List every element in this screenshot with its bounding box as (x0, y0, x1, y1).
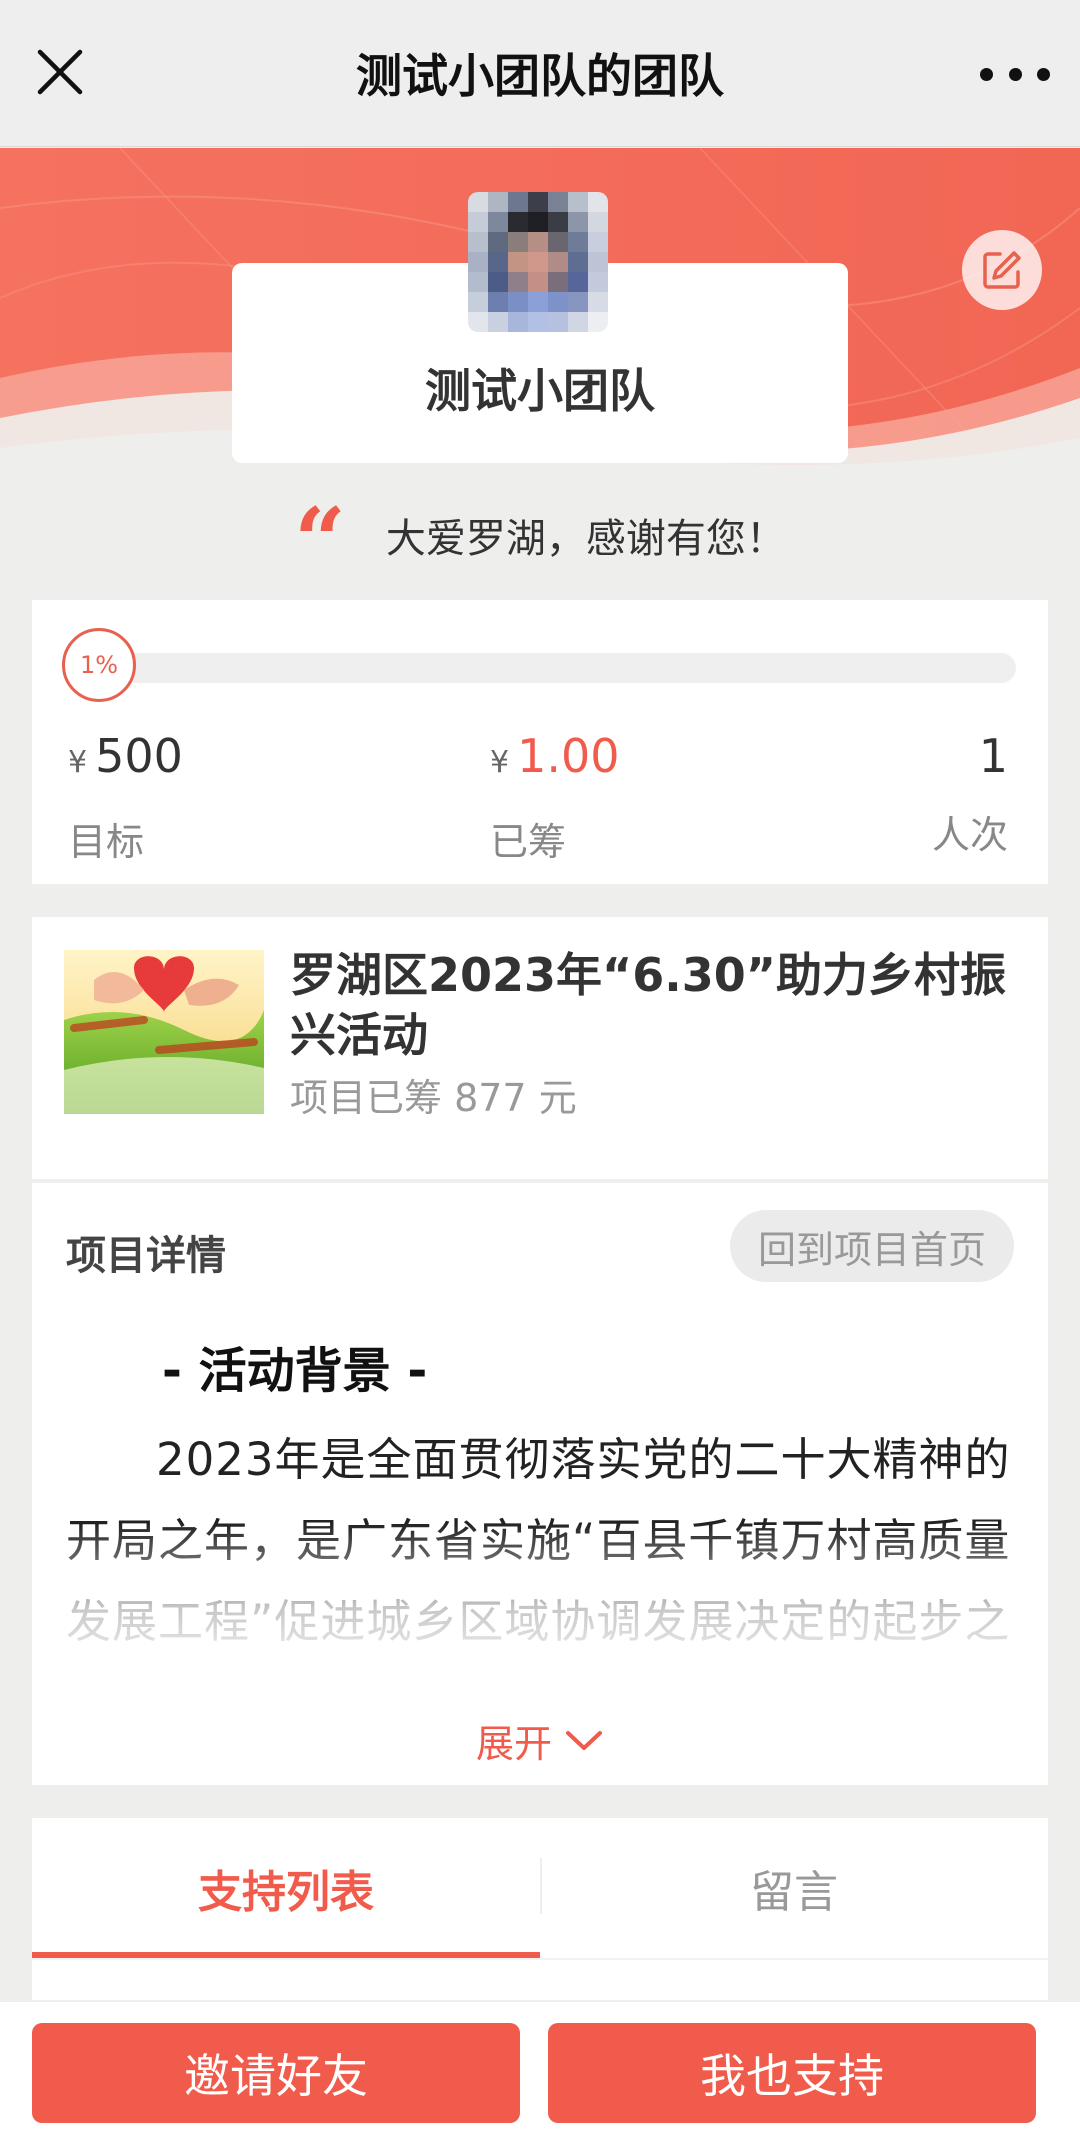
avatar (468, 192, 608, 332)
detail-heading: 项目详情 (66, 1233, 226, 1279)
tab-messages[interactable]: 留言 (540, 1818, 1048, 1958)
chevron-down-icon (566, 1730, 602, 1750)
goal-stat: ¥500 目标 (68, 728, 183, 866)
people-label: 人次 (931, 813, 1008, 857)
goal-label: 目标 (68, 820, 145, 864)
currency-symbol: ¥ (68, 745, 88, 780)
project-raised-amount: 项目已筹 877 元 (290, 1076, 577, 1120)
currency-symbol: ¥ (490, 745, 510, 780)
progress-card: 1% ¥500 目标 ¥1.00 已筹 1 人次 (32, 600, 1048, 884)
background-heading: - 活动背景 - (162, 1343, 428, 1399)
people-stat: 1 人次 (932, 728, 1008, 859)
progress-bar (112, 653, 1016, 683)
goal-value: 500 (95, 729, 183, 783)
raised-value: 1.00 (517, 729, 620, 783)
tab-support-list[interactable]: 支持列表 (32, 1818, 540, 1958)
expand-button[interactable]: 展开 (32, 1713, 1048, 1768)
edit-button[interactable] (962, 230, 1042, 310)
text-fade-overlay (32, 1523, 1048, 1713)
bottom-action-bar: 邀请好友 我也支持 (0, 2002, 1080, 2141)
project-title: 罗湖区2023年“6.30”助力乡村振兴活动 (290, 948, 1006, 1062)
page-title: 测试小团队的团队 (356, 49, 724, 103)
back-to-project-button[interactable]: 回到项目首页 (729, 1210, 1014, 1282)
edit-icon (983, 251, 1021, 289)
invite-friends-button[interactable]: 邀请好友 (32, 2023, 520, 2123)
people-value: 1 (978, 729, 1008, 783)
team-name: 测试小团队 (425, 364, 655, 418)
slogan: “ 大爱罗湖，感谢有您！ (0, 488, 1080, 594)
raised-stat: ¥1.00 已筹 (490, 728, 620, 866)
more-horizontal-icon[interactable] (980, 56, 1050, 92)
project-card[interactable]: 罗湖区2023年“6.30”助力乡村振兴活动 项目已筹 877 元 (32, 917, 1048, 1179)
tabs-card: 支持列表 留言 (32, 1818, 1048, 2000)
raised-label: 已筹 (490, 820, 567, 864)
support-button[interactable]: 我也支持 (548, 2023, 1036, 2123)
title-bar: 测试小团队的团队 (0, 0, 1080, 147)
quote-mark-icon: “ (294, 488, 346, 594)
progress-percent-badge: 1% (62, 628, 136, 702)
project-detail-card: 项目详情 回到项目首页 - 活动背景 - 2023年是全面贯彻落实党的二十大精神… (32, 1181, 1048, 1785)
close-icon[interactable] (34, 46, 86, 98)
slogan-text: 大爱罗湖，感谢有您！ (385, 516, 786, 562)
expand-label: 展开 (475, 1722, 552, 1766)
project-thumbnail (64, 950, 264, 1114)
divider (32, 1958, 1048, 1960)
